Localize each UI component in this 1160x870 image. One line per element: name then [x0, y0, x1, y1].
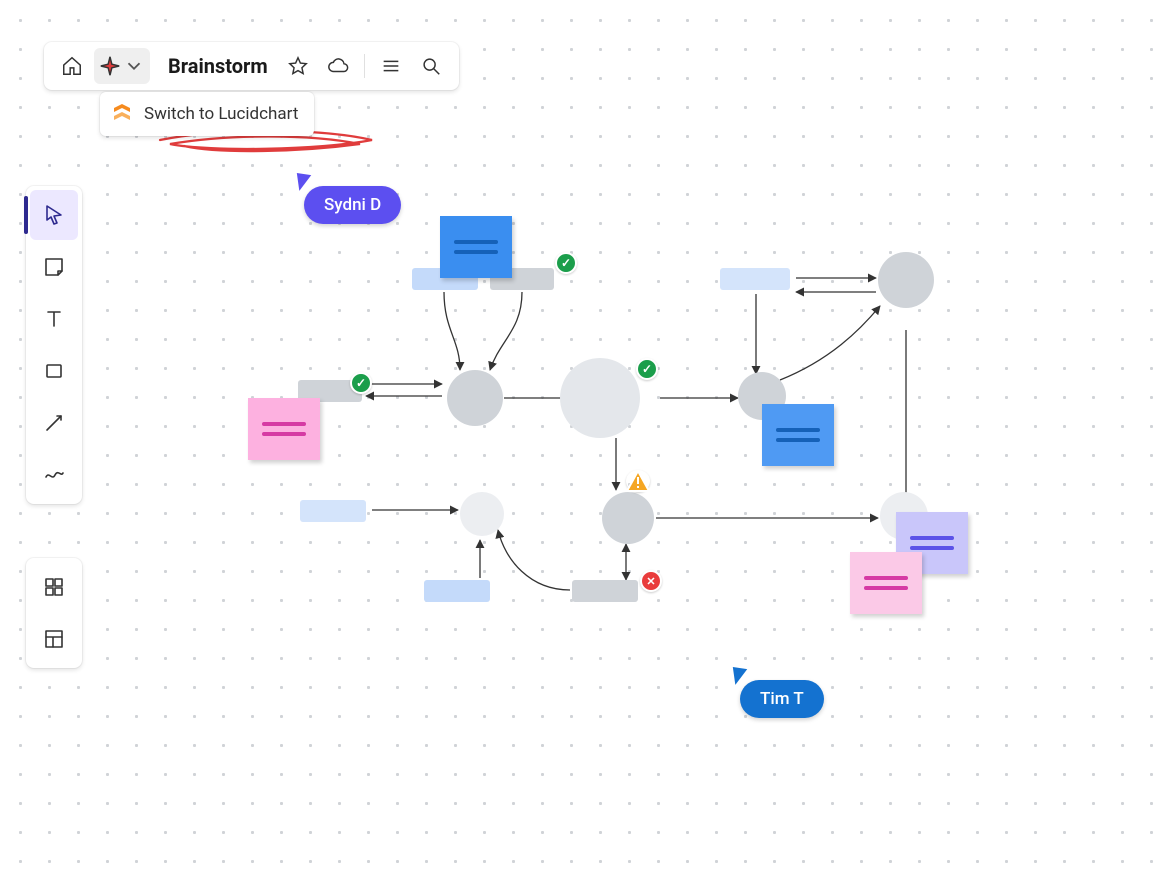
star-icon [287, 55, 309, 77]
sticky-note[interactable] [440, 216, 512, 278]
node-circle[interactable] [447, 370, 503, 426]
cursor-pointer-icon [297, 171, 313, 191]
top-toolbar: Brainstorm [44, 42, 459, 90]
lucidchart-icon [110, 102, 134, 126]
document-title[interactable]: Brainstorm [154, 54, 276, 78]
cursor-icon [42, 203, 66, 227]
app-switcher-button[interactable] [94, 48, 150, 84]
node-circle[interactable] [460, 492, 504, 536]
node-bar[interactable] [424, 580, 490, 602]
shape-tool-button[interactable] [30, 346, 78, 396]
freehand-icon [42, 463, 66, 487]
chevron-down-icon [123, 55, 145, 77]
shapes-library-button[interactable] [30, 562, 78, 612]
sticky-note[interactable] [248, 398, 320, 460]
cloud-status-button[interactable] [320, 48, 356, 84]
sticky-note[interactable] [850, 552, 922, 614]
presence-label: Tim T [760, 689, 804, 709]
presence-cursor-tim: Tim T [740, 680, 824, 718]
search-icon [420, 55, 442, 77]
select-tool-button[interactable] [30, 190, 78, 240]
lucidspark-icon [99, 55, 121, 77]
node-bar[interactable] [300, 500, 366, 522]
canvas[interactable]: Sydni D Tim T Brainstorm [0, 0, 1160, 870]
status-error-icon [640, 570, 662, 592]
draw-tool-button[interactable] [30, 450, 78, 500]
status-ok-icon [555, 252, 577, 274]
status-ok-icon [350, 372, 372, 394]
sticky-note-icon [42, 255, 66, 279]
cloud-icon [327, 55, 349, 77]
status-ok-icon [636, 358, 658, 380]
cursor-pointer-icon [733, 665, 749, 685]
node-circle[interactable] [878, 252, 934, 308]
node-circle[interactable] [602, 492, 654, 544]
toolbar-divider [364, 54, 365, 78]
line-tool-button[interactable] [30, 398, 78, 448]
home-button[interactable] [54, 48, 90, 84]
grid-icon [42, 575, 66, 599]
favorite-button[interactable] [280, 48, 316, 84]
search-button[interactable] [413, 48, 449, 84]
node-bar[interactable] [572, 580, 638, 602]
text-icon [42, 307, 66, 331]
menu-icon [380, 55, 402, 77]
layout-icon [42, 627, 66, 651]
frames-button[interactable] [30, 614, 78, 664]
line-icon [42, 411, 66, 435]
text-tool-button[interactable] [30, 294, 78, 344]
node-circle[interactable] [560, 358, 640, 438]
sticky-tool-button[interactable] [30, 242, 78, 292]
node-bar[interactable] [720, 268, 790, 290]
sticky-note[interactable] [762, 404, 834, 466]
secondary-toolbar [26, 558, 82, 668]
tool-toolbar [26, 186, 82, 504]
menu-button[interactable] [373, 48, 409, 84]
app-switcher-menu-item[interactable]: Switch to Lucidchart [100, 92, 314, 136]
presence-label: Sydni D [324, 195, 381, 215]
status-warn-icon [626, 470, 650, 492]
menu-item-label: Switch to Lucidchart [144, 104, 298, 124]
rectangle-icon [42, 359, 66, 383]
presence-cursor-sydni: Sydni D [304, 186, 401, 224]
